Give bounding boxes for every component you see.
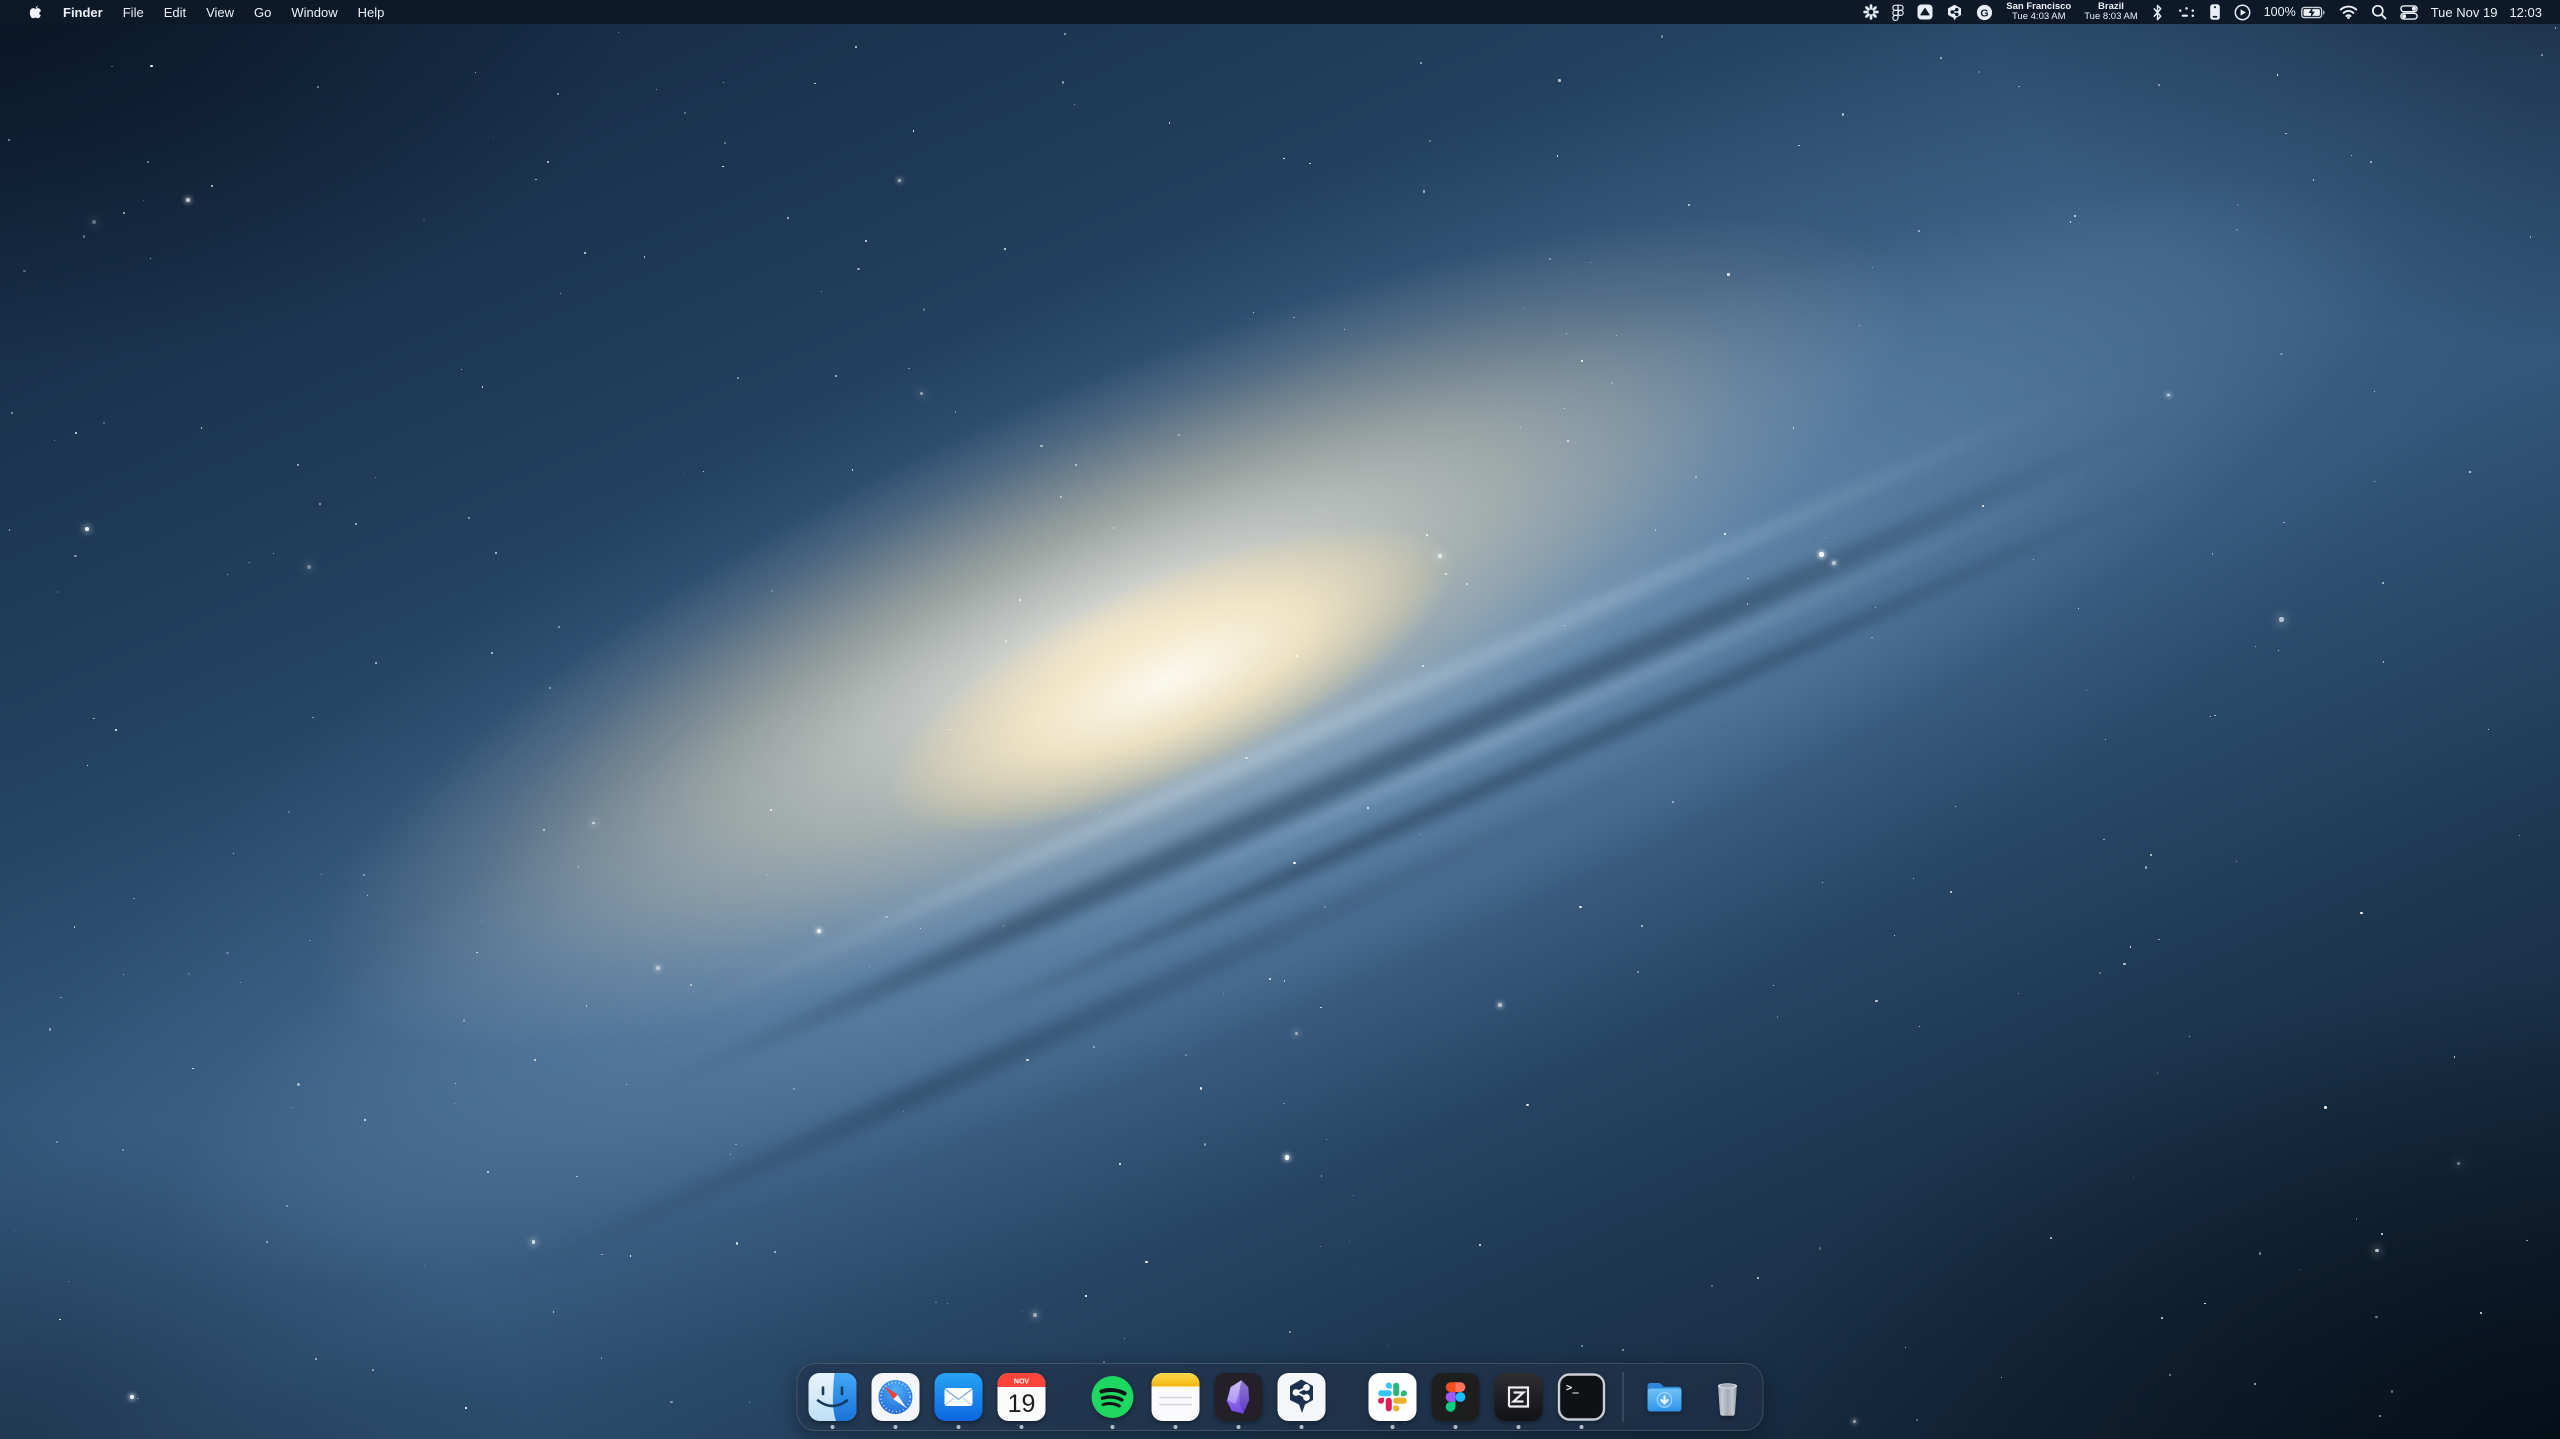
- dock-item-zed[interactable]: [1495, 1373, 1543, 1421]
- desktop: Finder File Edit View Go Window Help: [0, 0, 2560, 1439]
- trash-icon: [1704, 1373, 1752, 1421]
- menubar-time: 12:03: [2509, 5, 2542, 20]
- dock: NOV 19: [797, 1363, 1764, 1431]
- mail-icon: [935, 1373, 983, 1421]
- running-indicator: [1580, 1425, 1584, 1429]
- running-indicator: [1111, 1425, 1115, 1429]
- hexagon-chat-icon[interactable]: [1946, 0, 1963, 24]
- battery-percent: 100%: [2264, 5, 2296, 19]
- battery-icon: [2301, 4, 2326, 21]
- dock-divider: [1623, 1372, 1624, 1422]
- world-clock-brazil[interactable]: Brazil Tue 8:03 AM: [2084, 2, 2138, 22]
- slack-icon: [1369, 1373, 1417, 1421]
- terminal-icon: >_: [1558, 1373, 1606, 1421]
- running-indicator: [894, 1425, 898, 1429]
- running-indicator: [1237, 1425, 1241, 1429]
- dock-item-finder[interactable]: [809, 1373, 857, 1421]
- dock-item-trash[interactable]: [1704, 1373, 1752, 1421]
- menu-go[interactable]: Go: [244, 0, 281, 24]
- star-field: [0, 0, 2560, 1439]
- dock-item-safari[interactable]: [872, 1373, 920, 1421]
- dock-item-figma[interactable]: [1432, 1373, 1480, 1421]
- running-indicator: [1300, 1425, 1304, 1429]
- bluetooth-icon[interactable]: [2151, 0, 2164, 24]
- calendar-icon: NOV 19: [998, 1373, 1046, 1421]
- dock-spacer: [1061, 1373, 1074, 1421]
- running-indicator: [1391, 1425, 1395, 1429]
- obsidian-icon: [1215, 1373, 1263, 1421]
- dock-item-slack[interactable]: [1369, 1373, 1417, 1421]
- wallpaper-galaxy: [0, 0, 2560, 1439]
- running-indicator: [1517, 1425, 1521, 1429]
- dock-item-hexagon-chat[interactable]: [1278, 1373, 1326, 1421]
- running-indicator: [831, 1425, 835, 1429]
- notes-icon: [1152, 1373, 1200, 1421]
- menu-view[interactable]: View: [196, 0, 244, 24]
- world-clock-san-francisco[interactable]: San Francisco Tue 4:03 AM: [2006, 2, 2071, 22]
- running-indicator: [1020, 1425, 1024, 1429]
- grammarly-icon[interactable]: G: [1976, 0, 1993, 24]
- safari-icon: [872, 1373, 920, 1421]
- apple-menu[interactable]: [18, 0, 53, 24]
- downloads-folder-icon: [1641, 1373, 1689, 1421]
- menu-bar: Finder File Edit View Go Window Help: [0, 0, 2560, 24]
- menu-file[interactable]: File: [113, 0, 154, 24]
- svg-text:G: G: [1981, 7, 1989, 19]
- running-indicator: [957, 1425, 961, 1429]
- dots-icon[interactable]: [2177, 0, 2196, 24]
- dock-item-notes[interactable]: [1152, 1373, 1200, 1421]
- spotlight-icon[interactable]: [2371, 0, 2387, 24]
- running-indicator: [1174, 1425, 1178, 1429]
- dock-item-obsidian[interactable]: [1215, 1373, 1263, 1421]
- app-menu-finder[interactable]: Finder: [53, 0, 113, 24]
- spotify-icon: [1089, 1373, 1137, 1421]
- menu-help[interactable]: Help: [348, 0, 395, 24]
- control-center-icon[interactable]: [2400, 0, 2418, 24]
- menu-window[interactable]: Window: [281, 0, 347, 24]
- now-playing-icon[interactable]: [2234, 0, 2251, 24]
- dock-item-terminal[interactable]: >_: [1558, 1373, 1606, 1421]
- triangle-app-icon[interactable]: [1917, 0, 1933, 24]
- svg-text:>_: >_: [1566, 1382, 1579, 1394]
- finder-icon: [809, 1373, 857, 1421]
- dock-item-downloads[interactable]: [1641, 1373, 1689, 1421]
- running-indicator: [1454, 1425, 1458, 1429]
- dock-spacer: [1341, 1373, 1354, 1421]
- battery-indicator[interactable]: 100%: [2264, 4, 2326, 21]
- flower-icon[interactable]: [1863, 0, 1879, 24]
- menu-edit[interactable]: Edit: [154, 0, 196, 24]
- apple-icon: [28, 4, 43, 21]
- hexagon-chat-icon: [1278, 1373, 1326, 1421]
- figma-icon: [1432, 1373, 1480, 1421]
- wifi-icon[interactable]: [2339, 0, 2358, 24]
- zed-icon: [1495, 1373, 1543, 1421]
- svg-text:19: 19: [1008, 1390, 1036, 1418]
- dock-item-mail[interactable]: [935, 1373, 983, 1421]
- dock-item-calendar[interactable]: NOV 19: [998, 1373, 1046, 1421]
- menubar-clock[interactable]: Tue Nov 19 12:03: [2431, 5, 2542, 20]
- figma-icon[interactable]: [1892, 0, 1904, 24]
- dock-item-spotify[interactable]: [1089, 1373, 1137, 1421]
- iphone-mirroring-icon[interactable]: [2209, 0, 2221, 24]
- svg-text:NOV: NOV: [1014, 1379, 1030, 1386]
- menubar-date: Tue Nov 19: [2431, 5, 2498, 20]
